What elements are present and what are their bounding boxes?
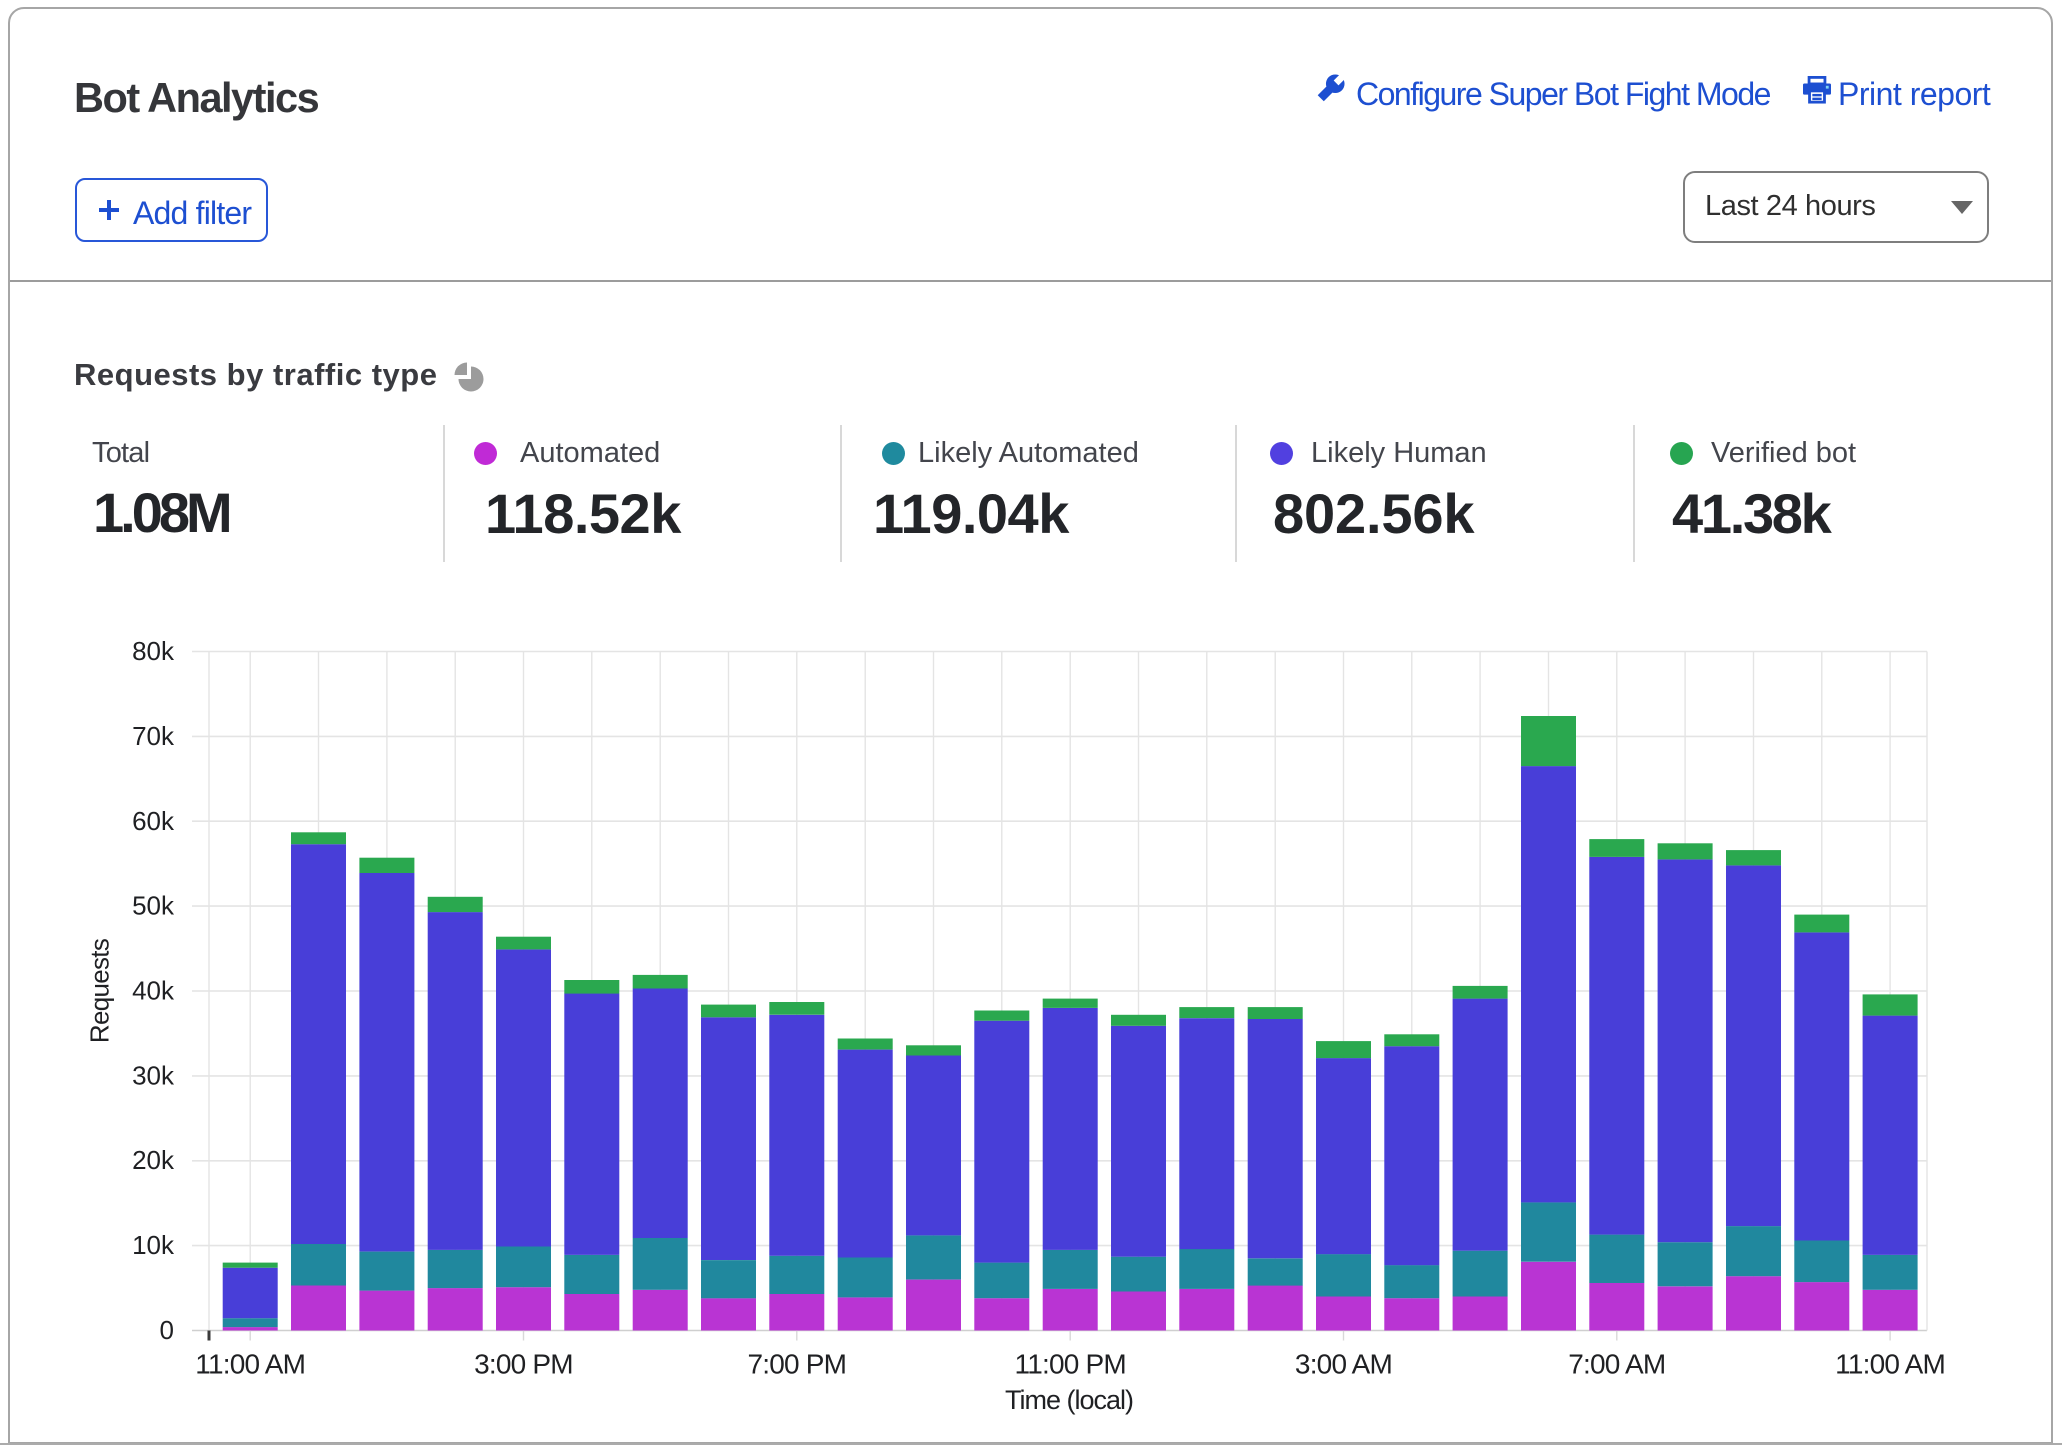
svg-text:11:00 AM: 11:00 AM bbox=[195, 1349, 305, 1380]
svg-text:30k: 30k bbox=[132, 1060, 175, 1090]
svg-text:Requests: Requests bbox=[85, 938, 115, 1043]
svg-text:Time (local): Time (local) bbox=[1005, 1385, 1133, 1415]
svg-text:70k: 70k bbox=[132, 721, 175, 751]
svg-text:60k: 60k bbox=[132, 806, 175, 836]
svg-text:0: 0 bbox=[160, 1315, 174, 1345]
svg-text:20k: 20k bbox=[132, 1145, 175, 1175]
svg-text:11:00 PM: 11:00 PM bbox=[1015, 1349, 1126, 1380]
svg-text:40k: 40k bbox=[132, 976, 175, 1006]
svg-text:10k: 10k bbox=[132, 1230, 175, 1260]
svg-text:3:00 PM: 3:00 PM bbox=[474, 1349, 573, 1380]
svg-text:7:00 PM: 7:00 PM bbox=[747, 1349, 846, 1380]
svg-text:3:00 AM: 3:00 AM bbox=[1295, 1349, 1392, 1380]
svg-text:80k: 80k bbox=[132, 636, 175, 666]
svg-text:11:00 AM: 11:00 AM bbox=[1835, 1349, 1945, 1380]
svg-text:50k: 50k bbox=[132, 891, 175, 921]
svg-text:7:00 AM: 7:00 AM bbox=[1568, 1349, 1665, 1380]
